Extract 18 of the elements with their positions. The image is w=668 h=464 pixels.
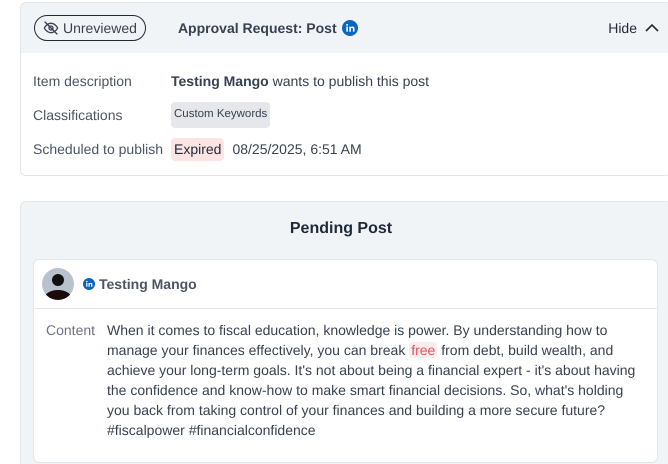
field-label: Scheduled to publish bbox=[33, 140, 164, 159]
eye-off-icon bbox=[43, 20, 59, 36]
hide-toggle[interactable]: Hide bbox=[608, 18, 659, 38]
status-pill: Unreviewed bbox=[34, 15, 146, 41]
content-label: Content bbox=[46, 321, 96, 340]
field-label: Classifications bbox=[33, 106, 124, 124]
avatar bbox=[42, 268, 74, 300]
classification-tag: Custom Keywords bbox=[171, 102, 270, 128]
panel-title: Pending Post bbox=[288, 219, 394, 239]
field-label: Item description bbox=[33, 72, 133, 91]
status-badge: Expired bbox=[171, 138, 224, 160]
request-title: Approval Request: Post bbox=[178, 18, 337, 38]
author-name: Testing Mango bbox=[99, 274, 197, 294]
linkedin-icon bbox=[342, 20, 358, 36]
schedule-date: 08/25/2025, 6:51 AM bbox=[232, 140, 362, 158]
item-description: Testing Mango wants to publish this post bbox=[171, 72, 430, 91]
linkedin-icon bbox=[83, 278, 95, 290]
post-content: When it comes to fiscal education, knowledge is power. By understanding how to manage your finances effectively, you can break free from debt, build wealth, and achieve your long-term goals. It's not about being a financial expert - it's about having the confidence and know-how to make smart financial decisions. So, what's holding you back from taking control of your finances and building a more secure future? #fiscalpower #financialconfidence bbox=[107, 321, 636, 440]
